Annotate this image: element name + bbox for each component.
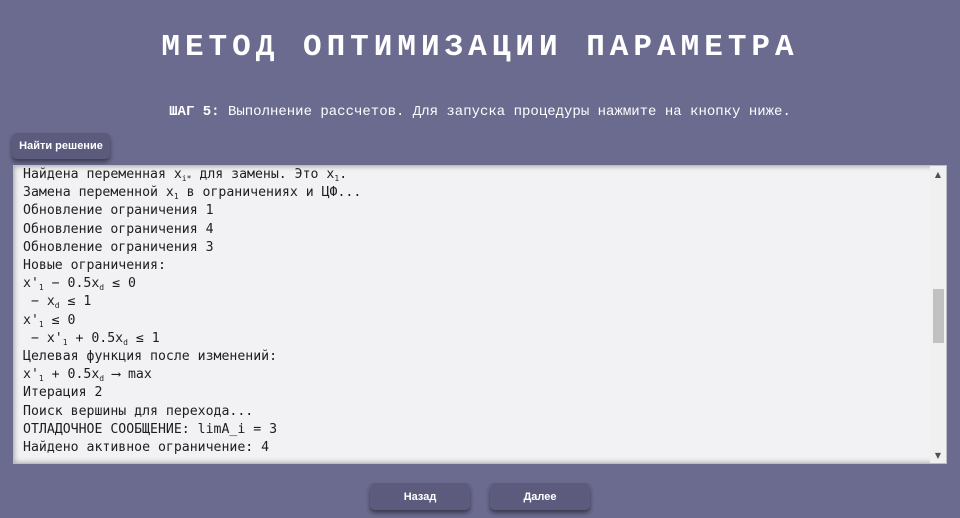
log-text: x': [23, 312, 39, 328]
log-text: Поиск вершины для перехода...: [23, 403, 254, 419]
scroll-up-arrow-icon[interactable]: ▲: [930, 166, 946, 182]
step-text: Выполнение рассчетов. Для запуска процед…: [219, 104, 791, 120]
step-label: ШАГ 5:: [169, 104, 220, 120]
log-line: Обновление ограничения 3: [23, 239, 923, 257]
log-text: ≤ 1: [59, 294, 92, 310]
log-text: − x': [23, 330, 63, 346]
output-log-panel[interactable]: Найдена переменная xi* для замены. Это x…: [13, 165, 947, 464]
log-text: для замены. Это x: [191, 167, 335, 182]
log-text: Целевая функция после изменений:: [23, 349, 278, 365]
log-subscript: i*: [181, 174, 192, 183]
log-text: − 0.5x: [43, 276, 100, 292]
log-text: ⟶ max: [104, 367, 152, 383]
log-text: + 0.5x: [67, 330, 124, 346]
log-line: Обновление ограничения 4: [23, 221, 923, 239]
find-solution-button[interactable]: Найти решение: [12, 133, 110, 159]
back-button[interactable]: Назад: [370, 483, 470, 510]
log-text: − x: [23, 294, 55, 310]
log-line: Найдено активное ограничение: 4: [23, 439, 923, 457]
log-text: .: [339, 167, 348, 182]
log-line: Новые ограничения:: [23, 257, 923, 275]
step-instruction: ШАГ 5: Выполнение рассчетов. Для запуска…: [0, 104, 960, 120]
log-line: Обновление ограничения 1: [23, 202, 923, 220]
log-line: ОТЛАДОЧНОЕ СООБЩЕНИЕ: limA_i = 3: [23, 421, 923, 439]
page-title: МЕТОД ОПТИМИЗАЦИИ ПАРАМЕТРА: [161, 30, 799, 65]
log-line: x'1 ≤ 0: [23, 312, 923, 330]
log-text: Обновление ограничения 3: [23, 239, 214, 255]
log-line: − xd ≤ 1: [23, 293, 923, 311]
log-line: − x'1 + 0.5xd ≤ 1: [23, 330, 923, 348]
log-text: Замена переменной x: [23, 185, 174, 201]
log-text: Итерация 2: [23, 385, 103, 401]
log-text: x': [23, 367, 39, 383]
log-text: Найдена переменная x: [23, 167, 182, 182]
scroll-down-arrow-icon[interactable]: ▼: [930, 447, 946, 463]
log-line: Итерация 2: [23, 384, 923, 402]
scrollbar-thumb[interactable]: [933, 289, 944, 343]
log-text: Обновление ограничения 1: [23, 203, 214, 219]
next-button[interactable]: Далее: [490, 483, 590, 510]
log-text: + 0.5x: [43, 367, 100, 383]
output-log-text: Найдена переменная xi* для замены. Это x…: [23, 166, 923, 457]
log-line: x'1 + 0.5xd ⟶ max: [23, 366, 923, 384]
output-scrollbar[interactable]: ▲ ▼: [930, 166, 946, 463]
log-text: ≤ 0: [104, 276, 136, 292]
log-line: x'1 − 0.5xd ≤ 0: [23, 275, 923, 293]
log-text: ≤ 0: [43, 312, 76, 328]
log-line: Найдена переменная xi* для замены. Это x…: [23, 166, 923, 184]
log-text: в ограничениях и ЦФ...: [178, 185, 362, 201]
log-text: Новые ограничения:: [23, 258, 166, 274]
log-line: Замена переменной x1 в ограничениях и ЦФ…: [23, 184, 923, 202]
log-text: ≤ 1: [127, 330, 160, 346]
log-text: Обновление ограничения 4: [23, 221, 214, 237]
log-line: Целевая функция после изменений:: [23, 348, 923, 366]
log-text: ОТЛАДОЧНОЕ СООБЩЕНИЕ: limA_i = 3: [23, 421, 278, 437]
log-text: Найдено активное ограничение: 4: [23, 440, 270, 456]
log-line: Поиск вершины для перехода...: [23, 403, 923, 421]
log-text: x': [23, 276, 39, 292]
